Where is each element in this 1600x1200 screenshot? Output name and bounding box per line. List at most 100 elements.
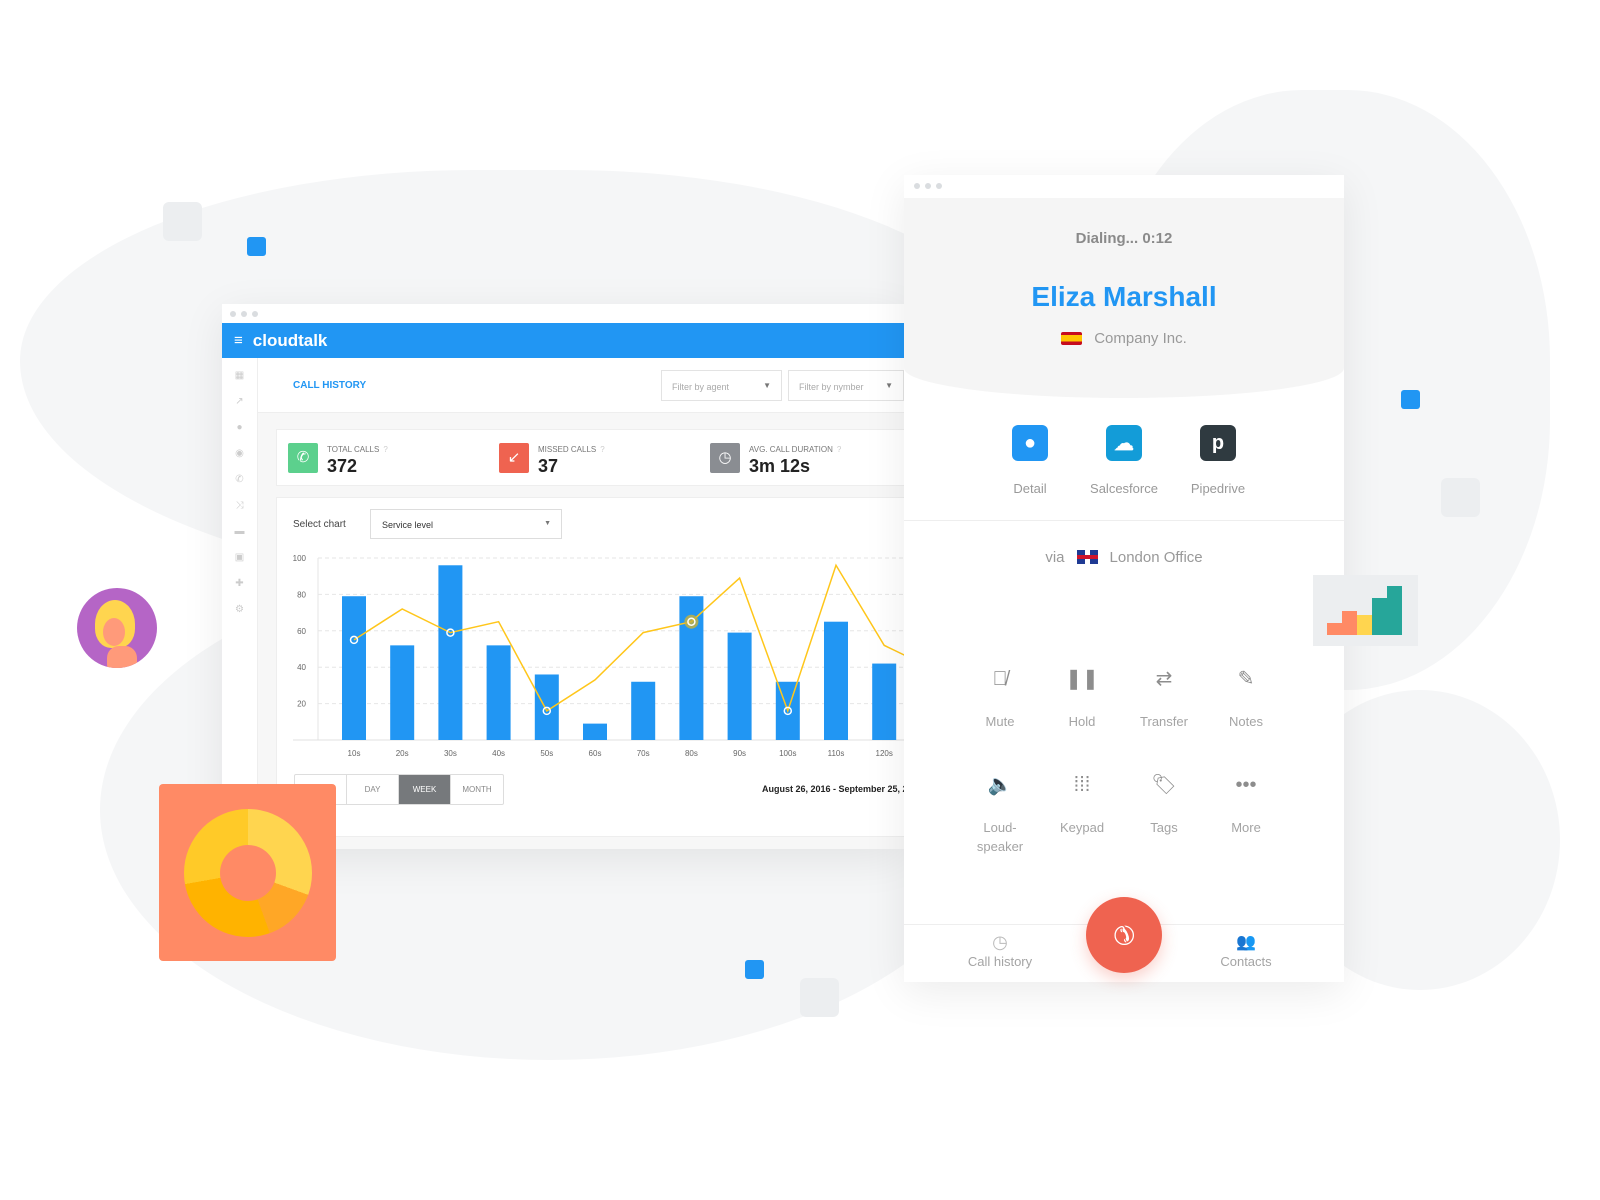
- highlight-halo: [684, 614, 699, 629]
- more-button[interactable]: ••• More: [1206, 775, 1286, 837]
- brand-logo: cloudtalk: [252, 330, 328, 350]
- avatar-illustration: [77, 588, 157, 668]
- spain-flag-icon: [1061, 332, 1083, 345]
- tags-button[interactable]: 🏷 Tags: [1124, 774, 1204, 837]
- nav-call-history[interactable]: ◷ Call history: [960, 933, 1040, 971]
- select-chart-label: Select chart: [293, 519, 346, 530]
- x-tick-label: 100s: [779, 749, 796, 758]
- contacts-icon: 👥: [1236, 934, 1256, 951]
- chevron-down-icon: ▼: [763, 381, 771, 390]
- x-tick-label: 50s: [540, 749, 553, 758]
- decor-square: [163, 202, 202, 241]
- chevron-down-icon: ▼: [885, 381, 893, 390]
- transfer-button[interactable]: ⇄ Transfer: [1124, 668, 1204, 731]
- x-tick-label: 120s: [876, 749, 893, 758]
- loudspeaker-button[interactable]: 🔈 Loud- speaker: [960, 774, 1040, 856]
- service-level-chart: 20 40 60 80 100 10s 20s 30s 40s 50s 60s 70s 80s 90s 10…: [293, 554, 904, 758]
- puzzle-icon[interactable]: ✚: [235, 579, 245, 589]
- chart-type-select[interactable]: Service level ▼: [370, 509, 562, 539]
- tag-icon: 🏷: [1151, 774, 1177, 796]
- shuffle-icon[interactable]: ⤨: [235, 501, 245, 511]
- dashboard-window: ≡ cloudtalk ▦ ↗ ● ◉ ✆ ⤨ ▬ ▣ ✚ ⚙ CALL HISTORY Filt…: [222, 304, 916, 849]
- contact-name[interactable]: Eliza Marshall: [904, 281, 1344, 313]
- pipedrive-icon: p: [1200, 425, 1236, 461]
- decor-square: [1441, 478, 1480, 517]
- y-tick-label: 100: [293, 554, 307, 563]
- bar: [342, 596, 366, 740]
- clock-icon: ◷: [710, 443, 740, 473]
- missed-call-icon: ↙: [499, 443, 529, 473]
- notes-button[interactable]: ✎ Notes: [1206, 668, 1286, 731]
- users-icon[interactable]: ◉: [235, 449, 245, 459]
- speaker-icon: 🔈: [987, 774, 1013, 796]
- hangup-phone-icon: ✆: [1105, 916, 1143, 954]
- integration-detail[interactable]: ● Detail: [990, 425, 1070, 496]
- salesforce-cloud-icon: ☁: [1106, 425, 1142, 461]
- range-tab-day[interactable]: DAY: [347, 775, 399, 804]
- window-controls: [914, 183, 942, 189]
- call-status: Dialing... 0:12: [1075, 230, 1173, 247]
- range-tab-week[interactable]: WEEK: [399, 775, 451, 804]
- bar: [727, 632, 752, 740]
- date-range: August 26, 2016 - September 25, 20: [762, 784, 913, 794]
- x-tick-label: 10s: [348, 749, 361, 758]
- x-tick-label: 80s: [685, 749, 698, 758]
- bar: [583, 723, 607, 740]
- help-icon[interactable]: ?: [600, 445, 604, 454]
- nav-contacts[interactable]: 👥 Contacts: [1206, 933, 1286, 971]
- y-tick-label: 40: [297, 663, 306, 672]
- integration-pipedrive[interactable]: p Pipedrive: [1178, 425, 1258, 496]
- uk-flag-icon: [1076, 550, 1098, 564]
- phone-icon[interactable]: ✆: [235, 475, 245, 485]
- pause-icon: ❚❚: [1065, 668, 1099, 690]
- via-line: via London Office: [1045, 549, 1203, 566]
- contact-company: Company Inc.: [904, 330, 1344, 347]
- y-tick-label: 20: [297, 700, 306, 709]
- y-tick-label: 60: [297, 627, 306, 636]
- x-tick-label: 70s: [637, 749, 650, 758]
- user-icon[interactable]: ●: [235, 423, 245, 433]
- contacts-icon[interactable]: ▣: [235, 553, 245, 563]
- x-tick-label: 60s: [589, 749, 602, 758]
- transfer-arrows-icon: ⇄: [1155, 668, 1173, 690]
- chat-icon[interactable]: ▬: [235, 527, 245, 537]
- person-icon: ●: [1012, 425, 1048, 461]
- stats-icon[interactable]: ↗: [235, 397, 245, 407]
- integration-salesforce[interactable]: ☁ Salcesforce: [1084, 425, 1164, 496]
- pencil-icon: ✎: [1237, 668, 1255, 690]
- y-tick-label: 80: [297, 590, 306, 599]
- hangup-button[interactable]: ✆: [1086, 897, 1162, 973]
- bar: [438, 565, 463, 740]
- gear-icon[interactable]: ⚙: [235, 605, 245, 615]
- bar-chart-illustration: [1313, 575, 1418, 646]
- x-tick-label: 40s: [492, 749, 505, 758]
- stat-total-calls: ✆ TOTAL CALLS? 372: [288, 443, 388, 477]
- help-icon[interactable]: ?: [837, 445, 841, 454]
- decor-square: [1401, 390, 1420, 409]
- keypad-button[interactable]: ⁞⁞⁞ Keypad: [1042, 775, 1122, 837]
- x-tick-label: 20s: [396, 749, 409, 758]
- x-tick-label: 90s: [733, 749, 746, 758]
- filter-number-select[interactable]: Filter by nymber ▼: [788, 370, 904, 401]
- stat-missed-calls: ↙ MISSED CALLS? 37: [499, 443, 605, 477]
- phone-icon: ✆: [288, 443, 318, 473]
- mute-button[interactable]: 🎙̸ Mute: [960, 669, 1040, 731]
- donut-illustration: [159, 784, 336, 961]
- hold-button[interactable]: ❚❚ Hold: [1042, 668, 1122, 731]
- bar: [390, 645, 415, 740]
- phone-window: Dialing... 0:12 Eliza Marshall Company I…: [904, 175, 1344, 982]
- menu-icon[interactable]: ≡: [234, 332, 243, 349]
- x-tick-label: 30s: [444, 749, 457, 758]
- chevron-down-icon: ▼: [544, 520, 551, 527]
- stat-avg-duration: ◷ AVG. CALL DURATION? 3m 12s: [710, 443, 841, 477]
- window-controls: [230, 311, 258, 317]
- clock-icon: ◷: [992, 932, 1008, 952]
- range-tab-month[interactable]: MONTH: [451, 775, 503, 804]
- line-series: [353, 563, 904, 714]
- dashboard-icon[interactable]: ▦: [235, 371, 245, 381]
- app-header: ≡ cloudtalk: [222, 323, 904, 358]
- bar: [824, 621, 848, 740]
- help-icon[interactable]: ?: [383, 445, 387, 454]
- filter-agent-select[interactable]: Filter by agent ▼: [661, 370, 782, 401]
- bar: [631, 681, 656, 740]
